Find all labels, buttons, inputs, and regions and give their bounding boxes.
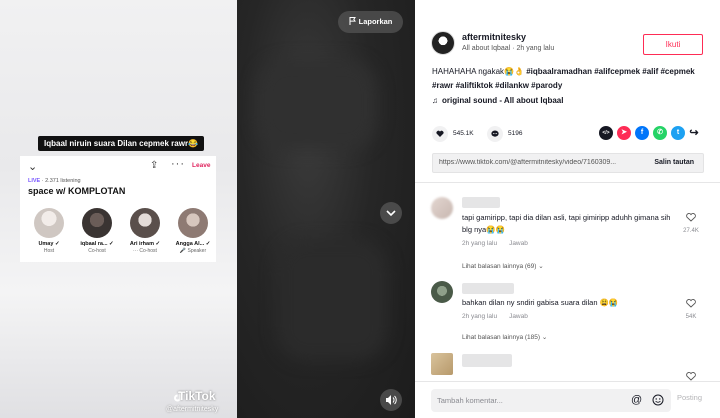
blur-patch [277,240,387,360]
heart-outline-icon [686,213,696,222]
comment-meta: 2h yang lalu Jawab [462,240,528,247]
person-name: Angga Al... ✓ [175,241,211,247]
follow-button[interactable]: Ikuti [643,34,703,55]
comment-like-button[interactable]: 27.4K [683,209,699,234]
share-arrow-icon[interactable]: ↪ [687,126,701,140]
person-name: iqbaal ra... ✓ [80,241,114,247]
tiktok-brand: TikTok [178,389,216,403]
person-role: ··· Co-host [133,248,157,254]
comment-input[interactable] [437,393,617,408]
spaces-topbar: ⌄ ⇪ ··· Leave [28,158,211,174]
detail-panel: aftermitnitesky All about Iqbaal · 2h ya… [415,0,720,418]
spaces-title: space w/ KOMPLOTAN [28,186,126,196]
comment-like-button[interactable] [683,368,699,381]
share-icon: ⇪ [150,160,159,171]
volume-button[interactable] [380,389,402,411]
commenter-name[interactable] [462,354,512,367]
person-role: 🎤 Speaker [179,248,207,254]
spaces-card: ⌄ ⇪ ··· Leave LIVE · 2.371 listening spa… [20,156,216,262]
video-link-box: https://www.tiktok.com/@aftermitnitesky/… [432,153,704,173]
embed-icon[interactable]: </> [599,126,613,140]
comment-input-box[interactable]: @ [431,389,671,412]
view-more-replies[interactable]: Lihat balasan lainnya (185) ⌄ [462,333,547,341]
comment-meta: 2h yang lalu Jawab [462,313,528,320]
like-count: 545.1K [453,130,474,137]
comment-list[interactable]: tapi gamiripp, tapi dia dilan asli, tapi… [415,183,720,381]
commenter-avatar[interactable] [431,353,453,375]
person-cohost-2: Ari irham ✓ ··· Co-host [122,208,168,254]
heart-icon [436,130,444,137]
commenter-avatar[interactable] [431,197,453,219]
mention-icon[interactable]: @ [631,394,642,407]
avatar [82,208,112,238]
heart-outline-icon [686,372,696,381]
watermark-handle: @aftermitnitesky [166,406,219,413]
twitter-icon[interactable]: t [671,126,685,140]
comment-count: 5196 [508,130,523,137]
comment-like-count: 54K [685,314,697,320]
commenter-name[interactable] [462,197,500,208]
next-video-button[interactable] [380,202,402,224]
comment-like-button[interactable]: 54K [683,295,699,320]
video-stage[interactable]: Iqbaal niruin suara Dilan cepmek rawr😂 ⌄… [0,0,415,418]
avatar [34,208,64,238]
chevron-down-icon: ⌄ [541,334,548,341]
avatar [178,208,208,238]
more-icon: ··· [171,158,185,170]
comment-like-count: 27.4K [683,228,699,234]
like-circle [432,126,448,142]
comment-text: tapi gamiripp, tapi dia dilan asli, tapi… [462,213,671,234]
person-speaker: Angga Al... ✓ 🎤 Speaker [170,208,216,254]
flag-icon [349,17,356,26]
post-description: HAHAHAHA ngakak😭👌 #iqbaalramadhan #alifc… [432,67,695,90]
emoji-icon[interactable] [652,394,664,406]
music-note-icon: ♫ [432,96,438,105]
video-frame[interactable]: Iqbaal niruin suara Dilan cepmek rawr😂 ⌄… [0,0,237,418]
view-more-replies[interactable]: Lihat balasan lainnya (69) ⌄ [462,262,544,270]
author-avatar[interactable] [431,31,455,55]
report-button[interactable]: Laporkan [338,11,403,33]
spaces-people: Umay ✓ Host iqbaal ra... ✓ Co-host Ari i… [26,208,216,258]
tiktok-watermark: TikTok @aftermitnitesky [166,389,236,417]
video-caption: Iqbaal niruin suara Dilan cepmek rawr😂 [38,136,205,151]
volume-icon [386,395,397,405]
heart-outline-icon [686,299,696,308]
person-role: Co-host [88,248,106,254]
video-link[interactable]: https://www.tiktok.com/@aftermitnitesky/… [439,159,639,166]
comment-text: bahkan dilan ny sndiri gabisa suara dila… [462,298,619,307]
copy-link-button[interactable]: Salin tautan [654,159,694,166]
person-host: Umay ✓ Host [26,208,72,254]
blur-patch [257,60,377,150]
person-cohost-1: iqbaal ra... ✓ Co-host [74,208,120,254]
chevron-down-icon: ⌄ [538,263,544,270]
author-username[interactable]: aftermitnitesky [462,32,526,42]
person-role: Host [43,248,55,254]
send-icon[interactable]: ➤ [617,126,631,140]
whatsapp-icon[interactable]: ✆ [653,126,667,140]
comment-circle [487,126,503,142]
post-comment-button[interactable]: Posting [677,393,702,402]
facebook-icon[interactable]: f [635,126,649,140]
leave-label: Leave [192,162,211,169]
author-subtitle: All about Iqbaal · 2h yang lalu [462,45,555,52]
person-name: Ari irham ✓ [129,241,161,247]
sound-link[interactable]: ♫ original sound - All about Iqbaal [432,96,563,105]
listening-count: LIVE · 2.371 listening [28,178,81,184]
chevron-down-icon: ⌄ [28,161,38,173]
comment-icon [491,130,499,137]
reply-button[interactable]: Jawab [509,313,528,320]
chevron-down-icon [386,210,396,217]
reply-button[interactable]: Jawab [509,240,528,247]
commenter-name[interactable] [462,283,514,294]
comment-footer: @ Posting [415,381,720,418]
avatar [130,208,160,238]
person-name: Umay ✓ [38,241,60,247]
commenter-avatar[interactable] [431,281,453,303]
